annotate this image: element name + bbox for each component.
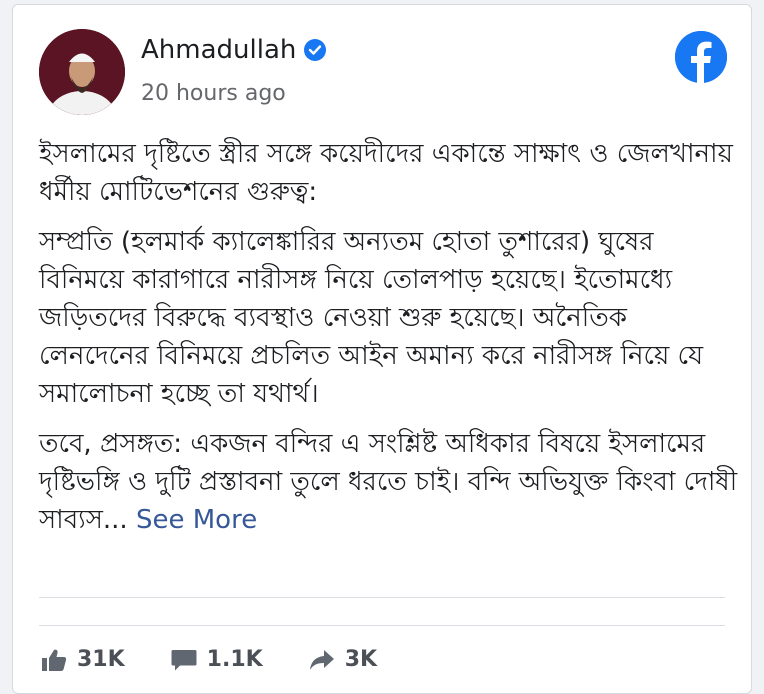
share-stat[interactable]: 3K <box>309 647 377 672</box>
share-icon <box>309 649 334 670</box>
divider <box>39 597 725 598</box>
post-body: ইসলামের দৃষ্টিতে স্ত্রীর সঙ্গে কয়েদীদের… <box>39 135 739 551</box>
post-title: ইসলামের দৃষ্টিতে স্ত্রীর সঙ্গে কয়েদীদের… <box>39 139 733 207</box>
like-count: 31K <box>77 647 125 672</box>
author-name[interactable]: Ahmadullah <box>141 35 296 65</box>
see-more-link[interactable]: See More <box>136 505 257 535</box>
post-card: Ahmadullah 20 hours ago ইসলামের দৃষ্টিতে… <box>12 4 752 694</box>
facebook-logo-icon <box>675 31 727 83</box>
avatar[interactable] <box>39 29 125 115</box>
like-stat[interactable]: 31K <box>41 647 125 672</box>
like-icon <box>42 649 67 671</box>
comment-stat[interactable]: 1.1K <box>171 647 263 672</box>
post-paragraph: সম্প্রতি (হলমার্ক ক্যালেঙ্কারির অন্যতম হ… <box>39 227 704 409</box>
comment-icon <box>171 649 197 670</box>
share-count: 3K <box>344 647 378 672</box>
post-paragraph-truncated: তবে, প্রসঙ্গত: একজন বন্দির এ সংশ্লিষ্ট অ… <box>39 425 739 539</box>
divider <box>39 625 725 626</box>
post-timestamp[interactable]: 20 hours ago <box>141 81 286 106</box>
comment-count: 1.1K <box>206 647 263 672</box>
verified-badge-icon <box>304 39 327 61</box>
engagement-stats: 31K 1.1K 3K <box>41 647 377 672</box>
author-row: Ahmadullah <box>141 35 327 65</box>
